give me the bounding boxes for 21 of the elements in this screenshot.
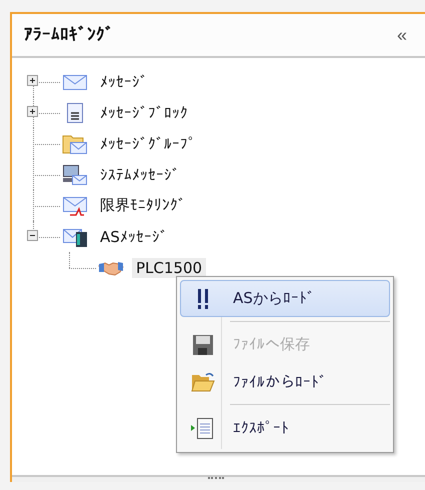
expand-toggle[interactable]	[27, 75, 38, 86]
collapse-toggle[interactable]	[27, 230, 38, 241]
tree-item[interactable]: PLC1500	[132, 258, 206, 278]
tree-item[interactable]: ASﾒｯｾｰｼﾞ	[96, 226, 172, 246]
tree-item[interactable]: ﾒｯｾｰｼﾞ	[96, 72, 152, 92]
expand-toggle[interactable]	[27, 106, 38, 117]
menu-item[interactable]: ASからﾛｰﾄﾞ	[180, 280, 390, 317]
exclamation-bars-icon	[196, 288, 210, 310]
collapse-button[interactable]: «	[392, 24, 411, 46]
export-list-icon	[191, 416, 215, 440]
tree-item[interactable]: ｼｽﾃﾑﾒｯｾｰｼﾞ	[96, 164, 184, 184]
folder-envelope-icon	[62, 132, 88, 154]
tree-item[interactable]: ﾒｯｾｰｼﾞｸﾞﾙｰﾌﾟ	[96, 134, 200, 154]
tree-item[interactable]: ﾒｯｾｰｼﾞﾌﾞﾛｯｸ	[96, 102, 192, 122]
computer-envelope-icon	[62, 164, 88, 186]
menu-item[interactable]: ﾌｧｲﾙからﾛｰﾄﾞ	[180, 363, 390, 400]
tree-item[interactable]: 限界ﾓﾆﾀﾘﾝｸﾞ	[96, 195, 190, 216]
panel-title: ｱﾗｰﾑﾛｷﾞﾝｸﾞ	[24, 25, 114, 45]
envelope-limit-icon	[62, 194, 88, 216]
open-folder-icon	[191, 370, 215, 392]
menu-item[interactable]: ｴｸｽﾎﾟｰﾄ	[180, 409, 390, 446]
